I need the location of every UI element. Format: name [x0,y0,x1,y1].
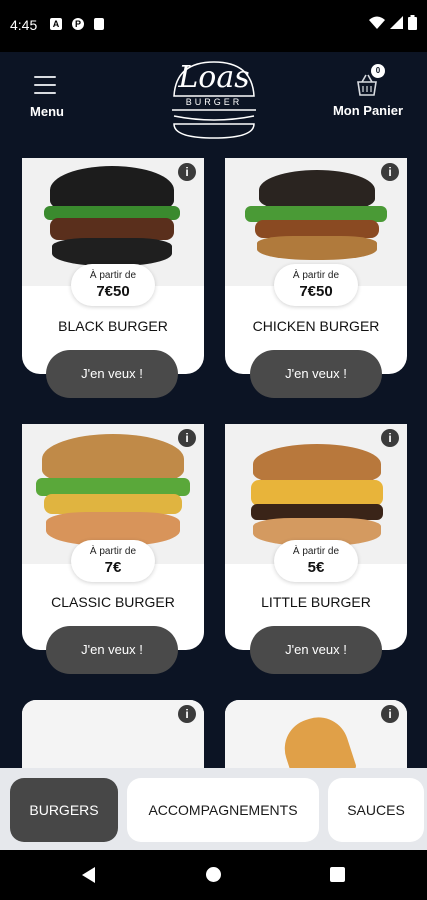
product-card-little-burger[interactable]: i À partir de 5€ LITTLE BURGER [225,424,407,650]
logo-title: Loas [178,60,250,95]
tab-sauces[interactable]: SAUCES [328,778,424,842]
product-name: CLASSIC BURGER [51,594,175,610]
menu-button[interactable]: Menu [24,74,70,124]
price-value: 7€ [104,559,122,576]
order-button-black-burger[interactable]: J'en veux ! [46,350,178,398]
status-bar: 4:45 A P [0,0,427,52]
product-image [22,700,204,768]
product-name: BLACK BURGER [58,318,168,334]
product-card-chicken-burger[interactable]: i À partir de 7€50 CHICKEN BURGER [225,158,407,374]
tab-burgers[interactable]: BURGERS [10,778,118,842]
product-card-partial[interactable]: i [22,700,204,768]
price-value: 7€50 [96,283,130,300]
a-icon: A [50,18,62,30]
p-icon: P [72,18,84,30]
price-badge: À partir de 7€50 [71,264,155,306]
price-badge: À partir de 7€ [71,540,155,582]
app-header: Menu Loas BURGER 0 Mon Panier [0,52,427,158]
info-icon[interactable]: i [381,705,399,723]
info-icon[interactable]: i [381,429,399,447]
back-icon[interactable] [82,867,95,883]
cart-button[interactable]: 0 Mon Panier [328,64,408,126]
price-badge: À partir de 5€ [274,540,358,582]
info-icon[interactable]: i [178,705,196,723]
order-button-little-burger[interactable]: J'en veux ! [250,626,382,674]
cart-label: Mon Panier [332,103,404,118]
wifi-icon [369,16,385,29]
price-prefix: À partir de [292,270,340,281]
logo-subtitle: BURGER [185,97,243,107]
recent-apps-icon[interactable] [330,867,345,882]
system-nav-bar [0,850,427,900]
price-value: 7€50 [299,283,333,300]
tab-accompagnements[interactable]: ACCOMPAGNEMENTS [127,778,319,842]
product-card-partial[interactable]: i [225,700,407,768]
home-icon[interactable] [206,867,221,882]
wrap-image [225,700,407,768]
product-name: LITTLE BURGER [261,594,371,610]
info-icon[interactable]: i [381,163,399,181]
price-prefix: À partir de [89,270,137,281]
product-card-classic-burger[interactable]: i À partir de 7€ CLASSIC BURGER [22,424,204,650]
price-value: 5€ [307,559,325,576]
product-name: CHICKEN BURGER [252,318,380,334]
price-prefix: À partir de [292,546,340,557]
status-time: 4:45 [10,17,38,33]
price-prefix: À partir de [89,546,137,557]
info-icon[interactable]: i [178,163,196,181]
sd-card-icon [94,18,104,30]
basket-icon [357,74,377,96]
info-icon[interactable]: i [178,429,196,447]
order-button-chicken-burger[interactable]: J'en veux ! [250,350,382,398]
loas-burger-logo[interactable]: Loas BURGER [166,58,262,140]
price-badge: À partir de 7€50 [274,264,358,306]
order-button-classic-burger[interactable]: J'en veux ! [46,626,178,674]
hamburger-menu-icon [34,76,56,100]
product-grid: i À partir de 7€50 BLACK BURGER J'en veu… [0,158,427,768]
menu-label: Menu [30,104,64,119]
signal-icon [390,16,403,29]
battery-icon [408,15,417,30]
category-tab-bar: BURGERS ACCOMPAGNEMENTS SAUCES [0,768,427,850]
product-card-black-burger[interactable]: i À partir de 7€50 BLACK BURGER [22,158,204,374]
